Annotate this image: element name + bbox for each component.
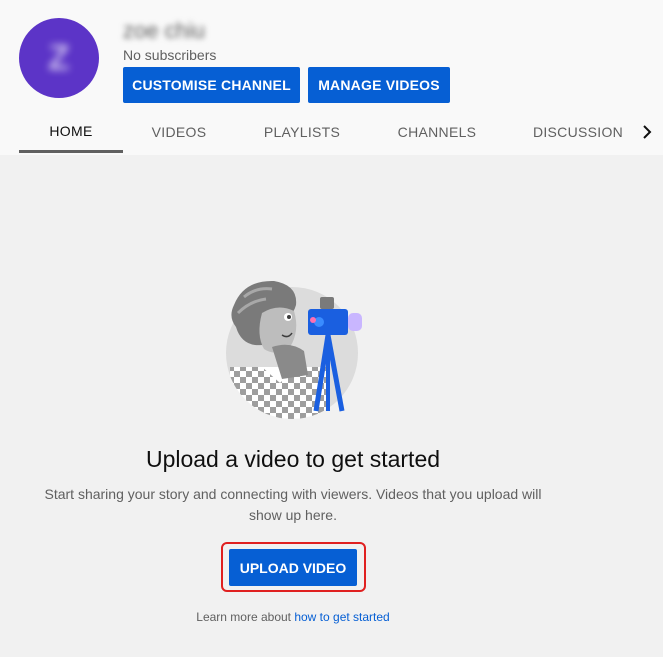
how-to-get-started-link[interactable]: how to get started — [294, 610, 389, 624]
channel-header: Z zoe chiu No subscribers CUSTOMISE CHAN… — [0, 0, 663, 155]
customise-channel-button[interactable]: CUSTOMISE CHANNEL — [123, 67, 300, 103]
channel-tabs: HOME VIDEOS PLAYLISTS CHANNELS DISCUSSIO… — [0, 112, 663, 154]
empty-state-description: Start sharing your story and connecting … — [44, 486, 542, 523]
subscriber-count: No subscribers — [123, 47, 217, 63]
videographer-illustration — [222, 275, 384, 425]
tab-playlists[interactable]: PLAYLISTS — [245, 112, 359, 152]
tab-home[interactable]: HOME — [19, 112, 123, 153]
empty-state-headline: Upload a video to get started — [145, 446, 441, 472]
upload-video-button[interactable]: UPLOAD VIDEO — [229, 549, 357, 586]
channel-avatar[interactable]: Z — [19, 18, 99, 98]
chevron-right-icon[interactable] — [636, 120, 658, 144]
tab-channels[interactable]: CHANNELS — [381, 112, 493, 152]
channel-name: zoe chiu — [123, 18, 205, 43]
avatar-letter: Z — [48, 38, 70, 77]
learn-more-prefix: Learn more about — [196, 610, 295, 624]
learn-more-text: Learn more about how to get started — [0, 610, 586, 624]
manage-videos-button[interactable]: MANAGE VIDEOS — [308, 67, 450, 103]
tab-videos[interactable]: VIDEOS — [128, 112, 230, 152]
tab-discussion[interactable]: DISCUSSION — [520, 112, 636, 152]
